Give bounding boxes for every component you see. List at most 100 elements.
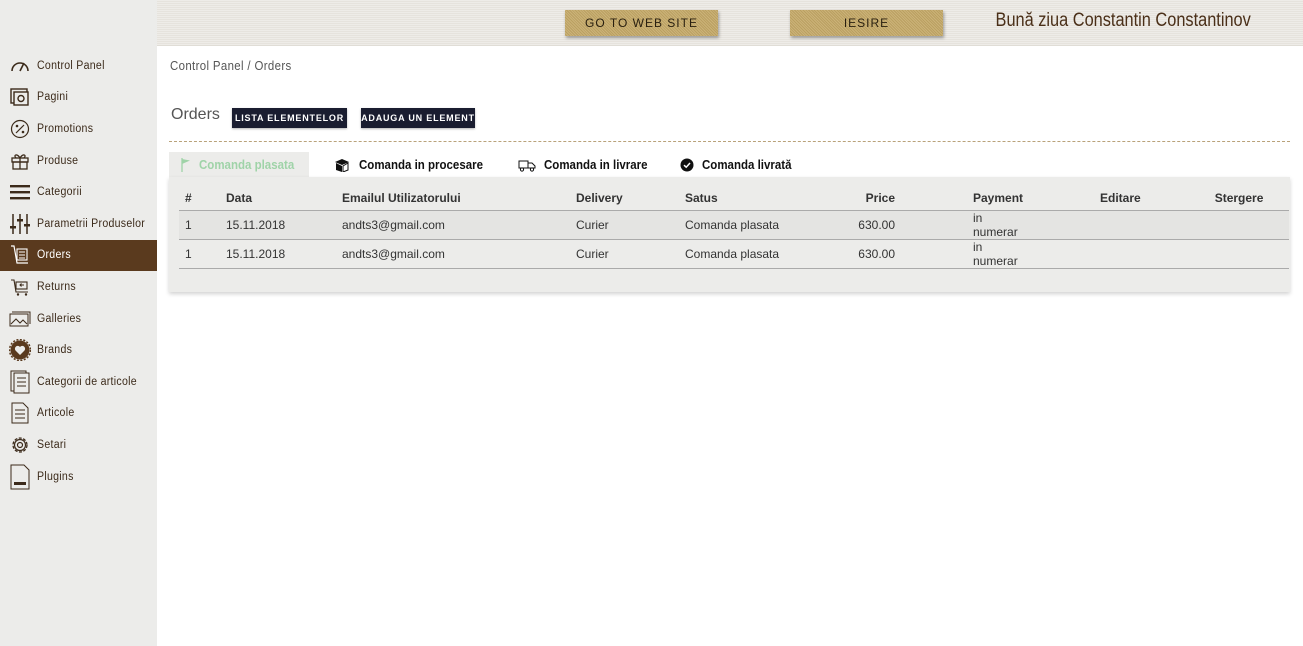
top-bar: GO TO WEB SITE IESIRE Bună ziua Constant… — [157, 0, 1303, 46]
cell-date: 15.11.2018 — [220, 239, 336, 269]
tab-comanda-in-livrare[interactable]: Comanda in livrare — [506, 152, 669, 178]
sidebar-item-label: Brands — [37, 344, 73, 357]
orders-panel: # Data Emailul Utilizatorului Delivery S… — [169, 177, 1290, 292]
sidebar-item-label: Returns — [37, 280, 76, 293]
sidebar-item-label: Plugins — [37, 470, 74, 483]
document-icon — [9, 402, 31, 424]
tab-label: Comanda in livrare — [543, 158, 648, 172]
cell-number: 1 — [179, 210, 220, 240]
col-header-email: Emailul Utilizatorului — [336, 186, 570, 211]
sidebar-item-plugins[interactable]: Plugins — [0, 461, 157, 493]
sidebar-item-label: Orders — [37, 249, 71, 262]
cell-delete[interactable] — [1146, 210, 1289, 240]
col-header-editare: Editare — [1032, 186, 1147, 211]
sidebar-item-articole[interactable]: Articole — [0, 398, 157, 430]
menu-icon — [9, 181, 31, 203]
col-header-payment: Payment — [901, 186, 1032, 211]
cell-email: andts3@gmail.com — [336, 210, 570, 240]
cell-edit[interactable] — [1032, 239, 1147, 269]
sidebar-nav: Control Panel Pagini Promotions Produse … — [0, 50, 157, 492]
cell-delete[interactable] — [1146, 239, 1289, 269]
col-header-price: Price — [809, 186, 901, 211]
gallery-icon — [9, 308, 31, 330]
tab-comanda-livrata[interactable]: Comanda livrată — [668, 152, 811, 178]
cell-delivery: Curier — [570, 239, 679, 269]
cell-delivery: Curier — [570, 210, 679, 240]
cell-status: Comanda plasata — [679, 210, 809, 240]
sidebar-item-produse[interactable]: Produse — [0, 145, 157, 177]
check-circle-icon — [680, 158, 694, 172]
gift-icon — [9, 150, 31, 172]
sidebar-item-control-panel[interactable]: Control Panel — [0, 50, 157, 82]
table-header-row: # Data Emailul Utilizatorului Delivery S… — [179, 186, 1289, 211]
sidebar-item-categorii-articole[interactable]: Categorii de articole — [0, 366, 157, 398]
sidebar-item-label: Setari — [37, 438, 67, 451]
truck-icon — [518, 158, 536, 172]
box-icon — [333, 158, 351, 172]
sidebar-item-label: Galleries — [37, 312, 82, 325]
sidebar-item-returns[interactable]: Returns — [0, 271, 157, 303]
table-row[interactable]: 1 15.11.2018 andts3@gmail.com Curier Com… — [179, 210, 1289, 240]
article-categories-icon — [9, 370, 31, 394]
sidebar-item-label: Categorii de articole — [37, 375, 137, 388]
sidebar-item-pagini[interactable]: Pagini — [0, 82, 157, 114]
cell-edit[interactable] — [1032, 210, 1147, 240]
sidebar-item-galleries[interactable]: Galleries — [0, 303, 157, 335]
sidebar-item-label: Control Panel — [37, 59, 105, 72]
orders-table: # Data Emailul Utilizatorului Delivery S… — [179, 186, 1289, 269]
cell-price: 630.00 — [809, 210, 901, 240]
main-content: Control Panel / Orders Orders LISTA ELEM… — [157, 46, 1303, 646]
badge-icon — [9, 339, 31, 362]
tab-label: Comanda plasata — [199, 158, 295, 172]
sliders-icon — [9, 213, 31, 235]
sidebar-item-label: Categorii — [37, 186, 82, 199]
breadcrumb[interactable]: Control Panel / Orders — [170, 58, 292, 73]
col-header-number: # — [179, 186, 220, 211]
sidebar-item-orders[interactable]: Orders — [0, 239, 157, 272]
add-element-button[interactable]: ADAUGA UN ELEMENT — [361, 108, 475, 128]
sidebar-item-categorii[interactable]: Categorii — [0, 176, 157, 208]
cell-date: 15.11.2018 — [220, 210, 336, 240]
sidebar: Control Panel Pagini Promotions Produse … — [0, 0, 157, 646]
divider — [169, 141, 1290, 142]
col-header-stergere: Stergere — [1146, 186, 1289, 211]
sidebar-item-parametrii[interactable]: Parametrii Produselor — [0, 208, 157, 240]
cell-number: 1 — [179, 239, 220, 269]
sidebar-item-label: Pagini — [37, 91, 69, 104]
percent-icon — [9, 118, 31, 140]
gauge-icon — [9, 55, 31, 77]
sidebar-item-label: Promotions — [37, 122, 94, 135]
list-elements-button[interactable]: LISTA ELEMENTELOR — [232, 108, 347, 128]
plugin-icon — [9, 464, 31, 490]
cell-email: andts3@gmail.com — [336, 239, 570, 269]
sidebar-item-promotions[interactable]: Promotions — [0, 113, 157, 145]
go-to-website-button[interactable]: GO TO WEB SITE — [565, 10, 718, 36]
sidebar-item-brands[interactable]: Brands — [0, 334, 157, 366]
cell-price: 630.00 — [809, 239, 901, 269]
tab-comanda-plasata[interactable]: Comanda plasata — [169, 152, 309, 178]
gear-icon — [9, 434, 31, 456]
sidebar-item-label: Produse — [37, 154, 79, 167]
sidebar-item-setari[interactable]: Setari — [0, 429, 157, 461]
tab-label: Comanda in procesare — [359, 158, 483, 172]
page-title: Orders — [171, 106, 220, 123]
sidebar-item-label: Parametrii Produselor — [37, 217, 146, 230]
user-greeting: Bună ziua Constantin Constantinov — [995, 10, 1251, 31]
orders-icon — [9, 244, 31, 266]
cell-status: Comanda plasata — [679, 239, 809, 269]
exit-button[interactable]: IESIRE — [790, 10, 943, 36]
col-header-data: Data — [220, 186, 336, 211]
cell-payment: in numerar — [901, 239, 1032, 269]
flag-icon — [181, 158, 191, 172]
returns-icon — [9, 276, 31, 298]
sidebar-header — [0, 0, 157, 46]
sidebar-item-label: Articole — [37, 407, 75, 420]
tab-comanda-in-procesare[interactable]: Comanda in procesare — [309, 152, 506, 178]
pages-icon — [9, 86, 31, 108]
table-row[interactable]: 1 15.11.2018 andts3@gmail.com Curier Com… — [179, 239, 1289, 269]
cell-payment: in numerar — [901, 210, 1032, 240]
order-status-tabs: Comanda plasata Comanda in procesare Com… — [169, 152, 812, 178]
col-header-status: Satus — [679, 186, 809, 211]
col-header-delivery: Delivery — [570, 186, 679, 211]
tab-label: Comanda livrată — [702, 158, 792, 172]
